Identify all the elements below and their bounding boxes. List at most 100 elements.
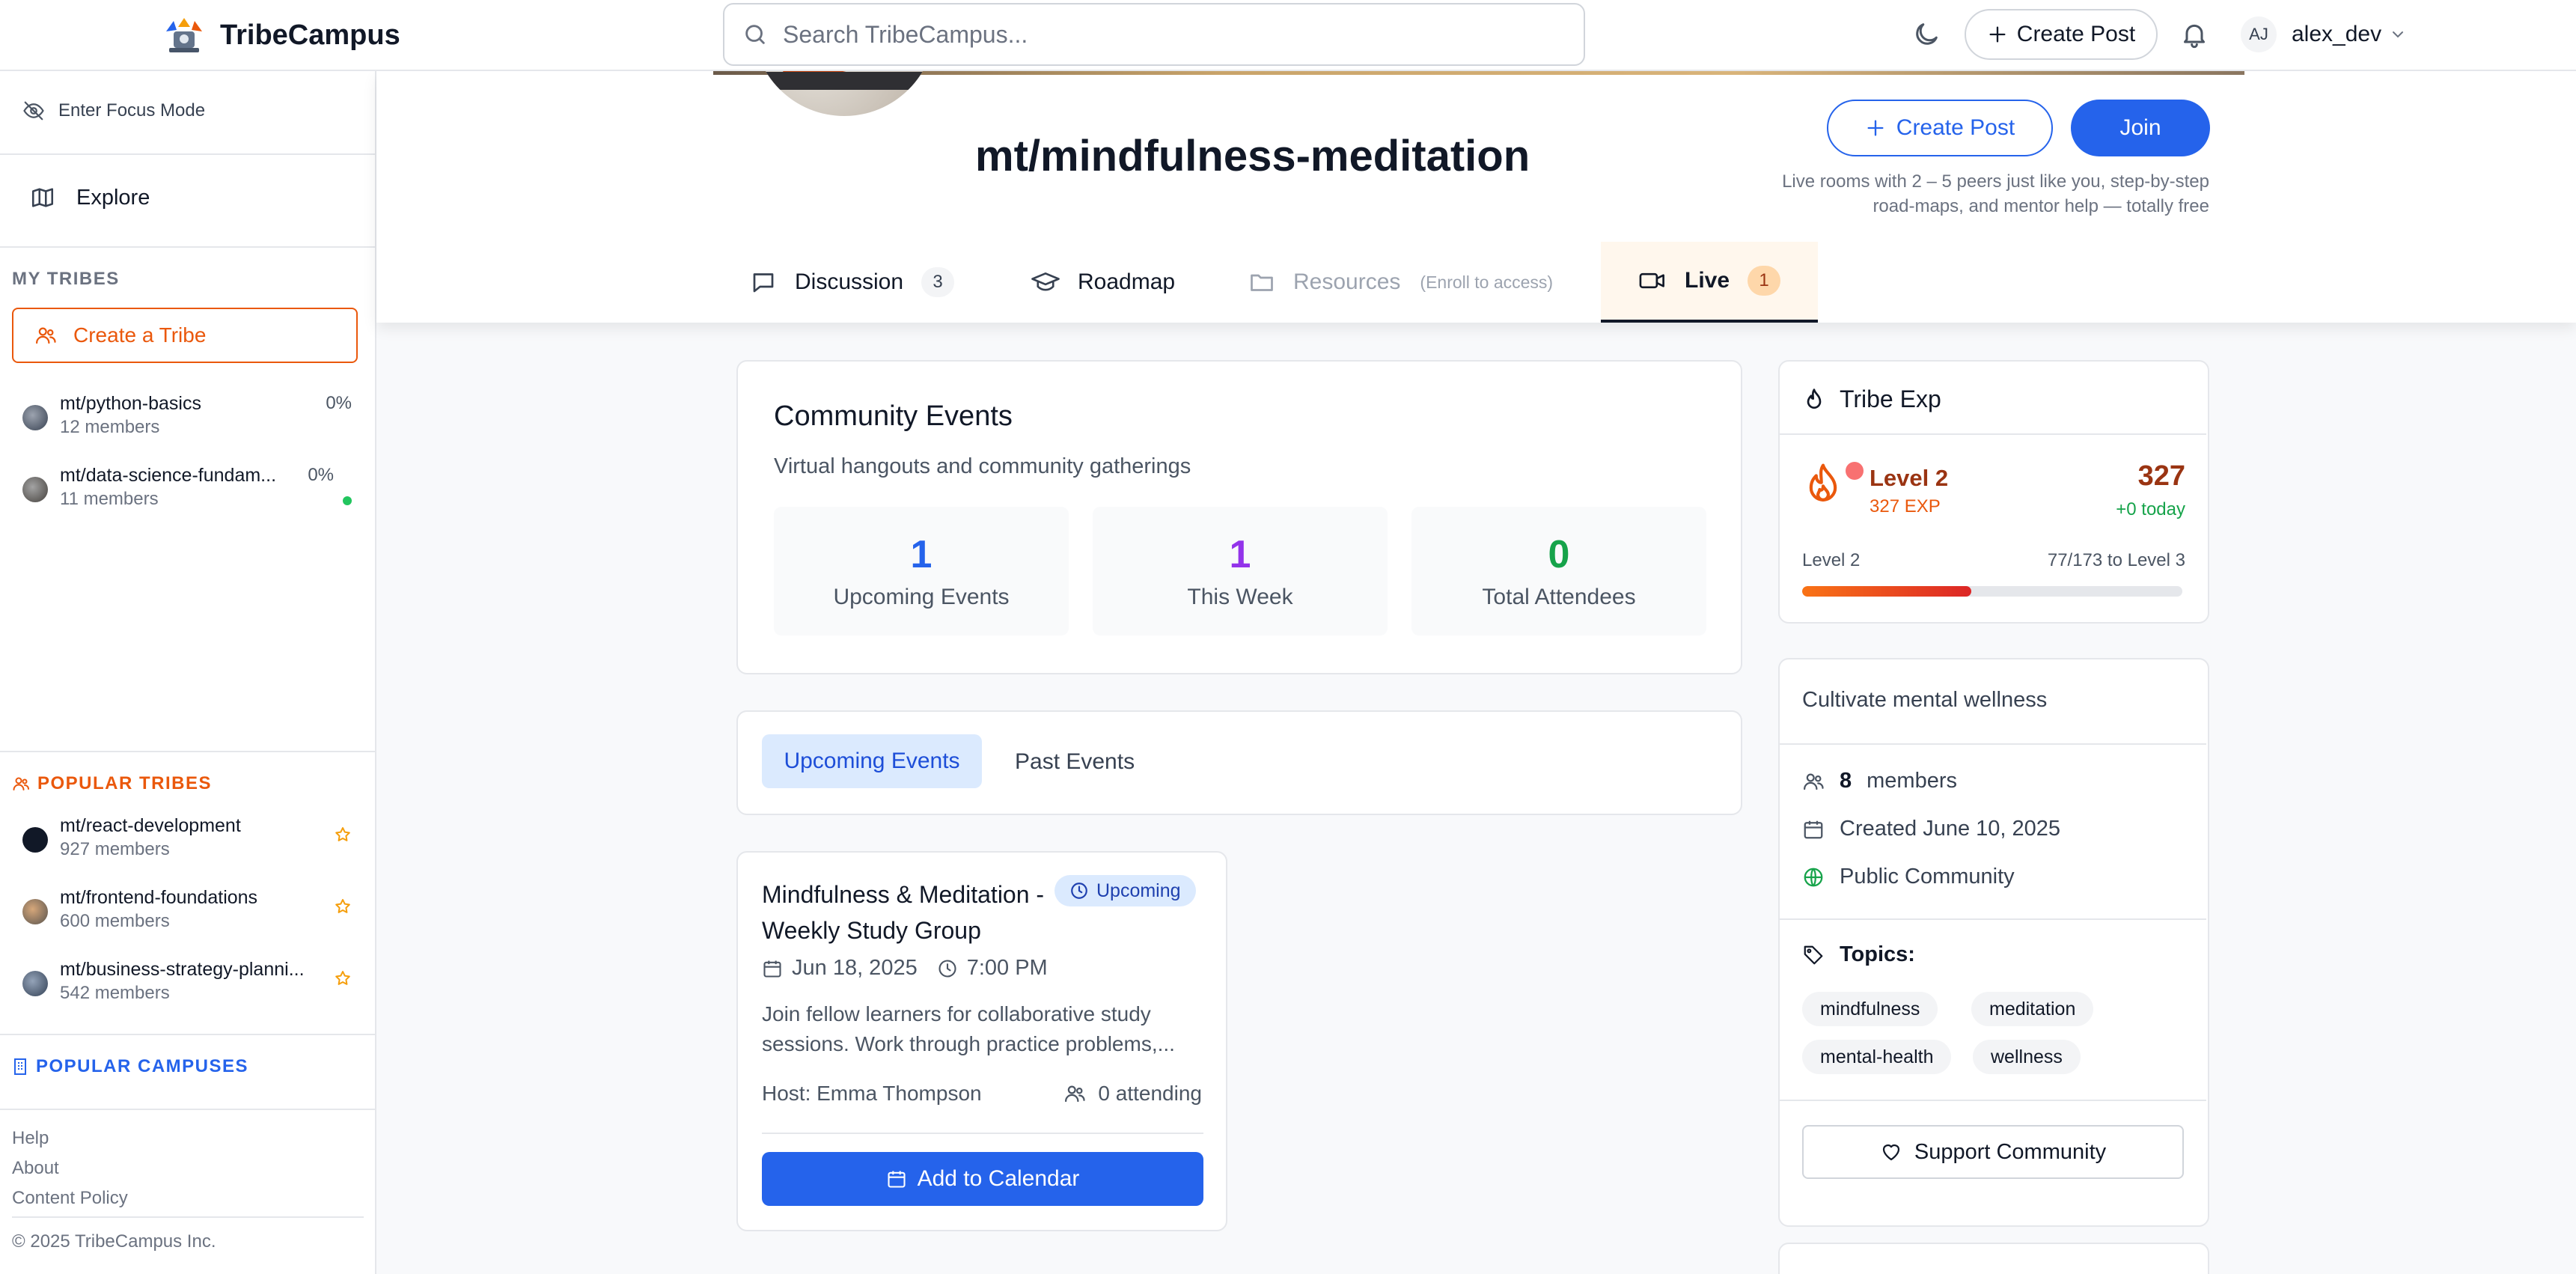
tab-upcoming-events[interactable]: Upcoming Events	[762, 734, 982, 788]
event-datetime: Jun 18, 2025 7:00 PM	[762, 956, 1048, 981]
chat-bubble-icon	[750, 269, 777, 296]
brand-logo[interactable]: TribeCampus	[163, 16, 400, 54]
event-title[interactable]: Mindfulness & Meditation - Weekly Study …	[762, 877, 1046, 948]
community-events-card: Community Events Virtual hangouts and co…	[736, 360, 1742, 674]
sidebar-item-business-strategy[interactable]: mt/business-strategy-planni... 542 membe…	[22, 959, 352, 1004]
stat-total-attendees: 0 Total Attendees	[1411, 507, 1706, 636]
tab-live[interactable]: Live 1	[1601, 242, 1819, 323]
topic-chip-wellness[interactable]: wellness	[1973, 1040, 2081, 1074]
exp-points: 327	[2137, 460, 2185, 492]
sidebar-item-frontend-foundations[interactable]: mt/frontend-foundations 600 members	[22, 887, 352, 932]
tribe-avatar	[22, 899, 48, 924]
stat-label: Total Attendees	[1482, 585, 1636, 609]
calendar-icon	[886, 1168, 907, 1189]
star-icon[interactable]	[334, 826, 352, 844]
divider	[1780, 743, 2206, 745]
exp-today: +0 today	[2116, 499, 2185, 519]
notification-dot	[1846, 462, 1864, 480]
footer-link-about[interactable]: About	[12, 1158, 59, 1179]
support-community-button[interactable]: Support Community	[1802, 1125, 2184, 1179]
notification-bell-icon[interactable]	[2179, 19, 2209, 49]
folder-icon	[1248, 269, 1275, 296]
topic-chip-mental-health[interactable]: mental-health	[1802, 1040, 1952, 1074]
status-badge: Upcoming	[1054, 875, 1196, 906]
sidebar-item-python-basics[interactable]: mt/python-basics 12 members 0%	[22, 393, 352, 438]
tribe-name: mt/data-science-fundam...	[60, 465, 277, 486]
tab-roadmap[interactable]: Roadmap	[1031, 242, 1175, 323]
sidebar-item-data-science[interactable]: mt/data-science-fundam... 11 members 0%	[22, 465, 352, 510]
join-button[interactable]: Join	[2071, 100, 2210, 156]
star-icon[interactable]	[334, 897, 352, 915]
tab-resources[interactable]: Resources (Enroll to access)	[1248, 242, 1553, 323]
topics-heading: Topics:	[1802, 942, 1915, 967]
my-tribes-heading: MY TRIBES	[12, 269, 120, 290]
popular-tribes-heading: POPULAR TRIBES	[12, 773, 212, 794]
create-post-button[interactable]: Create Post	[1827, 100, 2053, 156]
event-description-line: Join fellow learners for collaborative s…	[762, 1002, 1151, 1025]
online-status-dot	[343, 496, 352, 505]
tribe-name: mt/frontend-foundations	[60, 887, 258, 908]
username: alex_dev	[2292, 22, 2382, 46]
heart-icon	[1880, 1141, 1902, 1163]
tribe-members: 11 members	[60, 489, 159, 509]
brand-name: TribeCampus	[220, 19, 400, 51]
created-row: Created June 10, 2025	[1802, 817, 2060, 841]
popular-campuses-heading[interactable]: POPULAR CAMPUSES	[12, 1056, 248, 1077]
tribe-name: mt/react-development	[60, 815, 241, 836]
events-title: Community Events	[774, 400, 1013, 432]
exp-progress-fill	[1802, 586, 1972, 597]
level-exp: 327 EXP	[1870, 496, 1941, 516]
chevron-down-icon	[2389, 25, 2407, 43]
event-card[interactable]: Mindfulness & Meditation - Weekly Study …	[736, 851, 1227, 1231]
plus-icon	[1865, 118, 1886, 138]
header-create-post-button[interactable]: Create Post	[1965, 9, 2158, 60]
tab-discussion[interactable]: Discussion 3	[750, 242, 955, 323]
footer-link-content-policy[interactable]: Content Policy	[12, 1188, 128, 1209]
event-time: 7:00 PM	[966, 956, 1048, 980]
member-count: 8	[1840, 769, 1852, 793]
create-post-label: Create Post	[1896, 115, 2015, 140]
add-to-calendar-button[interactable]: Add to Calendar	[762, 1152, 1203, 1206]
eye-off-icon	[22, 100, 45, 122]
members-label: members	[1867, 769, 1957, 793]
stat-label: Upcoming Events	[833, 585, 1010, 609]
create-tribe-button[interactable]: Create a Tribe	[12, 308, 358, 363]
graduation-cap-icon	[1031, 269, 1060, 296]
my-tribes-heading-text: MY TRIBES	[12, 269, 120, 289]
top-header: TribeCampus Search TribeCampus... Create…	[0, 0, 2576, 71]
sidebar-item-explore[interactable]: Explore	[30, 185, 150, 210]
avatar: AJ	[2241, 16, 2277, 52]
search-input[interactable]: Search TribeCampus...	[723, 3, 1585, 66]
dark-mode-moon-icon[interactable]	[1911, 19, 1941, 49]
event-attending: 0 attending	[1063, 1082, 1202, 1106]
community-title: mt/mindfulness-meditation	[975, 132, 1530, 180]
tribe-name: mt/python-basics	[60, 393, 201, 414]
support-community-label: Support Community	[1914, 1139, 2107, 1164]
search-placeholder: Search TribeCampus...	[783, 20, 1028, 48]
focus-mode-toggle[interactable]: Enter Focus Mode	[22, 100, 205, 122]
popular-campuses-heading-text: POPULAR CAMPUSES	[36, 1056, 249, 1076]
stat-this-week: 1 This Week	[1093, 507, 1388, 636]
footer-link-help[interactable]: Help	[12, 1128, 49, 1149]
focus-mode-label: Enter Focus Mode	[58, 100, 206, 121]
users-icon	[1063, 1082, 1086, 1105]
tribe-avatar	[22, 405, 48, 430]
stat-upcoming-events: 1 Upcoming Events	[774, 507, 1069, 636]
event-host: Host: Emma Thompson	[762, 1082, 982, 1105]
star-icon[interactable]	[334, 969, 352, 987]
add-to-calendar-label: Add to Calendar	[917, 1166, 1080, 1191]
tribe-avatar	[22, 477, 48, 502]
tab-discussion-count: 3	[921, 267, 955, 297]
topic-chip-mindfulness[interactable]: mindfulness	[1802, 992, 1938, 1026]
divider	[12, 1216, 364, 1218]
tab-discussion-label: Discussion	[795, 269, 904, 294]
tab-past-events[interactable]: Past Events	[1015, 749, 1135, 775]
topic-chip-meditation[interactable]: meditation	[1971, 992, 2094, 1026]
calendar-icon	[1802, 818, 1825, 841]
level-label: Level 2	[1870, 465, 1949, 491]
sidebar-item-react-development[interactable]: mt/react-development 927 members	[22, 815, 352, 860]
community-about-card: Cultivate mental wellness 8 members Crea…	[1778, 658, 2209, 1227]
users-icon	[1802, 770, 1825, 793]
clock-icon	[1069, 881, 1089, 900]
user-menu[interactable]: AJ alex_dev	[2241, 16, 2407, 52]
